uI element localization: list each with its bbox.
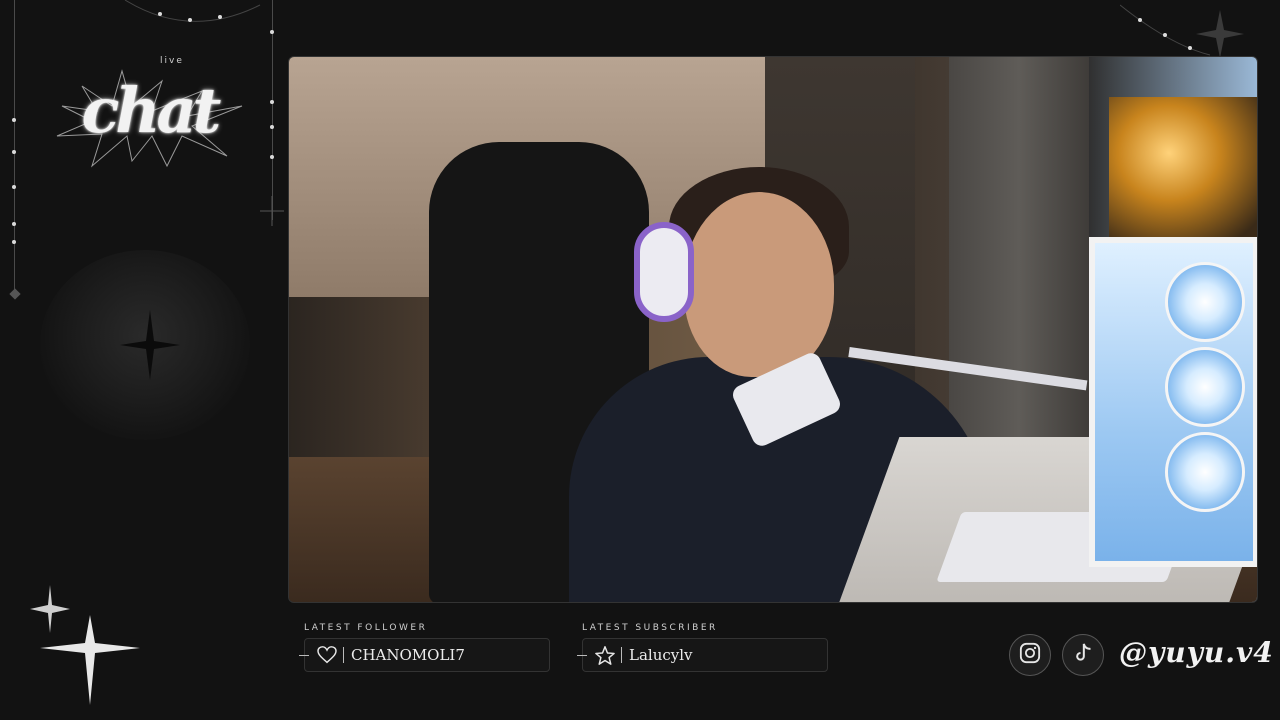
latest-subscriber-box: Lalucylv [577, 638, 828, 672]
logo: chat [52, 66, 247, 171]
webcam-feed [288, 56, 1258, 603]
sparkle-icon [120, 310, 180, 380]
tiktok-icon [1073, 642, 1093, 668]
social-handle: @yuyu.v4 [1119, 636, 1274, 669]
latest-subscriber-label: LATEST SUBSCRIBER [582, 623, 718, 633]
latest-follower-label: LATEST FOLLOWER [304, 623, 428, 633]
logo-subtitle: live [160, 56, 184, 66]
latest-follower-box: CHANOMOLI7 [299, 638, 550, 672]
instagram-button[interactable] [1009, 634, 1051, 676]
logo-text: chat [81, 74, 222, 147]
star-icon [595, 645, 615, 665]
latest-follower-name: CHANOMOLI7 [351, 646, 465, 664]
heart-icon [317, 645, 337, 665]
headphones [634, 222, 694, 322]
sparkle-icon [30, 585, 140, 705]
sparkle-icon [260, 196, 284, 226]
tiktok-button[interactable] [1062, 634, 1104, 676]
latest-subscriber-name: Lalucylv [629, 646, 693, 664]
top-garland [124, 0, 261, 22]
instagram-icon [1019, 642, 1041, 668]
